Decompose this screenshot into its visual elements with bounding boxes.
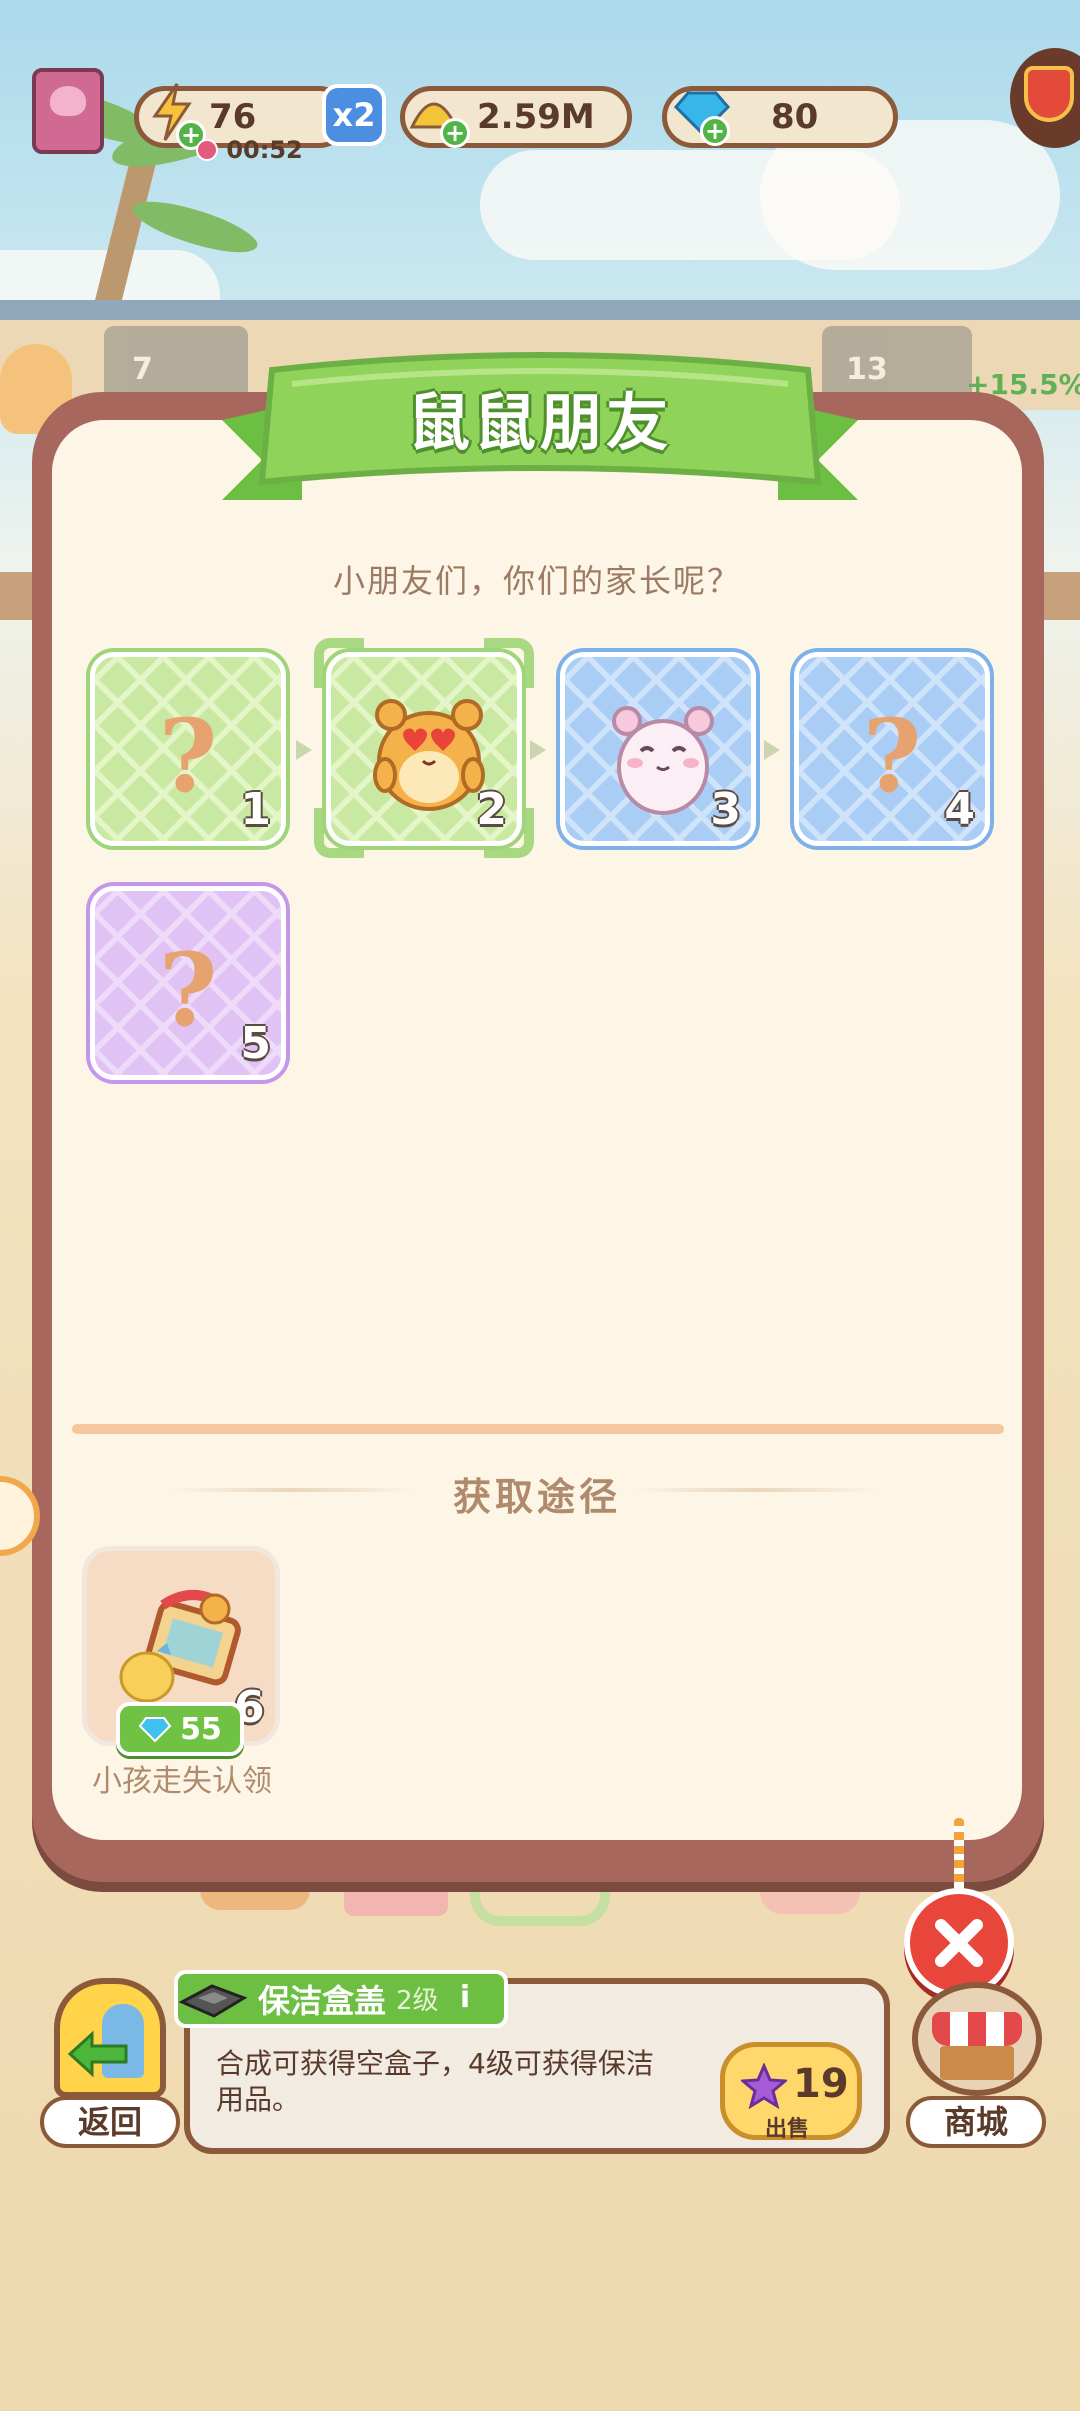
source-gem-cost-badge[interactable]: 55: [116, 1702, 244, 1756]
item-description: 合成可获得空盒子，4级可获得保洁用品。: [216, 2047, 654, 2116]
source-gem-cost: 55: [180, 1711, 222, 1747]
purple-star-icon: [741, 2063, 787, 2109]
hamster-face-icon: [50, 86, 86, 116]
shop-label: 商城: [906, 2096, 1046, 2148]
sell-button[interactable]: 19 出售: [720, 2042, 862, 2142]
sell-label: 出售: [765, 2117, 810, 2142]
multiplier-badge[interactable]: x2: [322, 84, 386, 146]
arrow-right-icon: [530, 740, 546, 760]
close-icon: [935, 1919, 983, 1967]
sell-value: 19: [793, 2061, 849, 2107]
shop-stall-icon: [912, 1982, 1042, 2096]
evolution-card-2[interactable]: 2: [326, 652, 522, 846]
album-book-button[interactable]: [32, 68, 104, 154]
diamond-icon: [138, 1717, 172, 1743]
evolution-card-4[interactable]: ? 4: [794, 652, 990, 846]
evolution-card-1[interactable]: ? 1: [90, 652, 286, 846]
energy-value: 76: [209, 97, 257, 137]
arrow-right-icon: [764, 740, 780, 760]
dialog-title: 鼠鼠朋友: [407, 386, 672, 459]
energy-timer: 00:52: [196, 136, 303, 164]
evolution-card-5[interactable]: ? 5: [90, 886, 286, 1080]
item-name: 保洁盒盖: [258, 1982, 387, 2020]
dialog-subtitle: 小朋友们，你们的家长呢？: [332, 562, 741, 600]
gem-value: 80: [771, 97, 819, 137]
cleaning-box-lid-icon: [178, 1984, 248, 2018]
card-level-number: 2: [476, 784, 507, 835]
back-label: 返回: [40, 2096, 180, 2148]
card-level-number: 3: [710, 784, 741, 835]
clock-icon: [196, 139, 218, 161]
acquisition-section-title: 获取途径: [452, 1475, 621, 1519]
card-level-number: 4: [944, 784, 975, 835]
multiplier-label: x2: [332, 96, 376, 134]
white-hamster-icon: [612, 706, 714, 815]
shield-icon: [1024, 66, 1074, 122]
item-level: 2级: [396, 1986, 439, 2016]
energy-timer-value: 00:52: [226, 136, 303, 164]
evolution-card-3[interactable]: 3: [560, 652, 756, 846]
close-rope: [954, 1818, 964, 1894]
section-divider: [72, 1424, 1004, 1434]
add-coins-button[interactable]: +: [440, 118, 470, 148]
info-icon[interactable]: i: [452, 1980, 478, 2016]
back-button[interactable]: 返回: [36, 1978, 186, 2148]
orange-hamster-heart-eyes-icon: [373, 699, 485, 811]
lost-child-booth-icon: [119, 1590, 241, 1703]
add-gems-button[interactable]: +: [700, 116, 730, 146]
shop-button[interactable]: 商城: [900, 1978, 1050, 2148]
source-tile-label: 小孩走失认领: [92, 1764, 272, 1799]
card-level-number: 1: [240, 784, 271, 835]
card-level-number: 5: [240, 1018, 271, 1069]
door-icon: [54, 1978, 166, 2098]
coin-value: 2.59M: [477, 97, 595, 137]
arrow-right-icon: [296, 740, 312, 760]
